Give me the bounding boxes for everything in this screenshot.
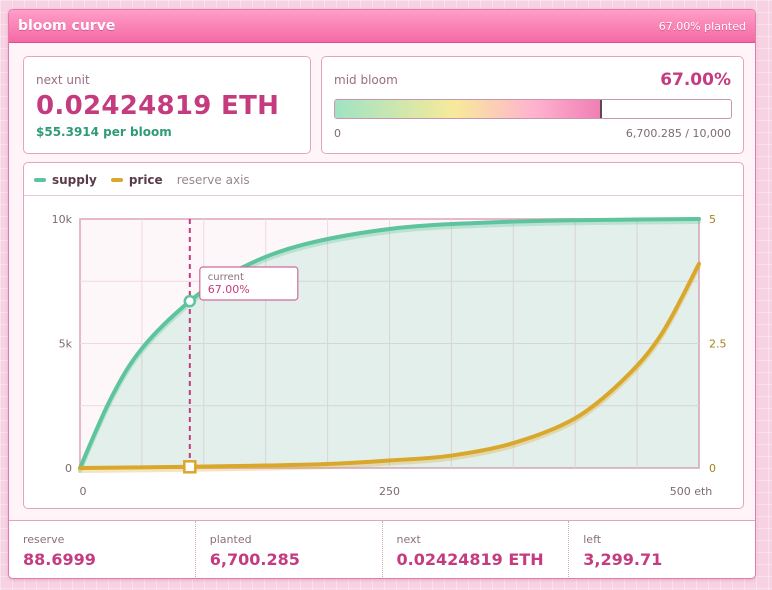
stat-reserve: reserve 88.6999 (9, 521, 196, 578)
bloom-curve-chart-card: supply price reserve axis current 67.00% 1… (23, 162, 744, 509)
bloom-stage-label: mid bloom (334, 73, 398, 87)
x-tick-label: 0 (80, 485, 87, 498)
bloom-progress-fill (335, 100, 603, 118)
y-left-tick-label: 5k (59, 338, 73, 351)
stat-planted-value: 6,700.285 (209, 550, 300, 569)
stat-next-value: 0.02424819 ETH (396, 550, 544, 569)
y-right-tick-label: 2.5 (709, 338, 727, 351)
planted-status: 67.00% planted (658, 19, 746, 33)
stat-reserve-label: reserve (23, 533, 65, 546)
x-tick-label: 500 eth (670, 485, 713, 498)
bloom-curve-window: bloom curve 67.00% planted next unit 0.0… (8, 9, 756, 579)
stat-planted-label: planted (209, 533, 252, 546)
bloom-percent: 67.00% (660, 70, 731, 90)
stat-next: next 0.02424819 ETH (383, 521, 570, 578)
current-price-point (183, 460, 197, 474)
current-supply-point (183, 294, 197, 308)
window-title: bloom curve (18, 18, 116, 34)
bloom-range-label: 6,700.285 / 10,000 (625, 127, 731, 140)
title-bar[interactable]: bloom curve 67.00% planted (9, 10, 755, 43)
stat-reserve-value: 88.6999 (23, 550, 96, 569)
per-bloom-price: $55.3914 per bloom (36, 125, 172, 139)
stat-left: left 3,299.71 (569, 521, 755, 578)
stats-footer: reserve 88.6999 planted 6,700.285 next 0… (9, 520, 755, 578)
bloom-progress-bar (334, 99, 732, 119)
y-right-tick-label: 0 (709, 462, 716, 475)
current-tooltip-title: current (208, 272, 244, 283)
stat-left-label: left (583, 533, 602, 546)
bloom-curve-chart[interactable]: current67.00%10k5k052.500 250 500 eth (24, 163, 743, 508)
next-unit-card: next unit 0.02424819 ETH $55.3914 per bl… (23, 56, 311, 154)
stat-left-value: 3,299.71 (583, 550, 663, 569)
x-tick-label: 250 (379, 485, 400, 498)
next-unit-price: 0.02424819 ETH (36, 91, 280, 121)
bloom-progress-card: mid bloom 67.00% 0 6,700.285 / 10,000 (321, 56, 744, 154)
bloom-min-label: 0 (334, 127, 341, 140)
stat-planted: planted 6,700.285 (196, 521, 383, 578)
y-left-tick-label: 0 (65, 462, 72, 475)
current-tooltip-value: 67.00% (208, 283, 250, 296)
next-unit-label: next unit (36, 73, 90, 87)
y-left-tick-label: 10k (52, 213, 73, 226)
y-right-tick-label: 5 (709, 213, 716, 226)
stat-next-label: next (396, 533, 421, 546)
